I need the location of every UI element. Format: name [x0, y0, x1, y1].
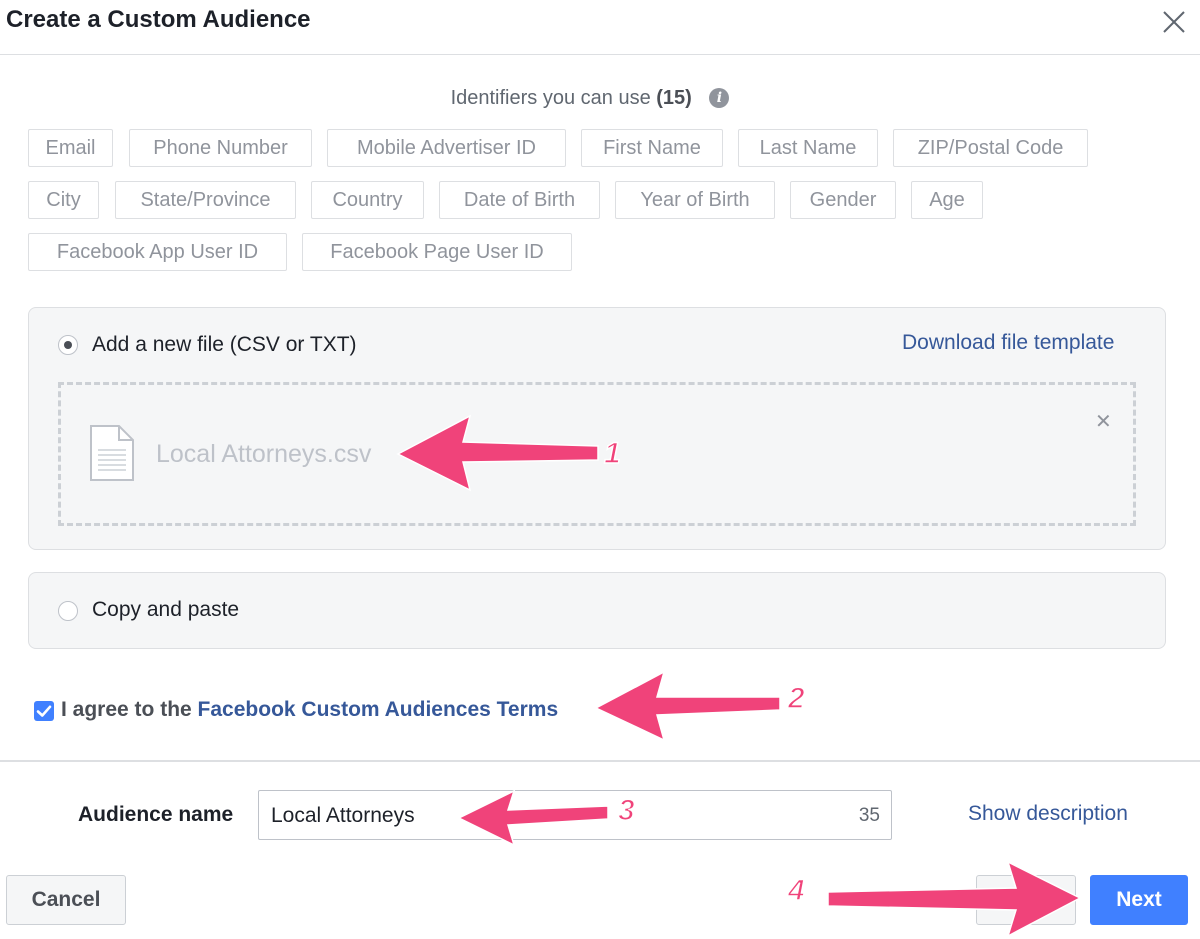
identifier-chip: Facebook Page User ID — [302, 233, 572, 271]
copy-paste-label[interactable]: Copy and paste — [92, 598, 239, 622]
identifier-chip: Date of Birth — [439, 181, 600, 219]
identifiers-heading: Identifiers you can use (15) i — [0, 87, 1180, 110]
identifiers-count: (15) — [656, 87, 692, 109]
terms-text: I agree to the Facebook Custom Audiences… — [61, 698, 558, 722]
identifier-chip: Age — [911, 181, 983, 219]
identifier-chip: Email — [28, 129, 113, 167]
audience-name-value: Local Attorneys — [271, 804, 415, 828]
remove-file-icon[interactable]: ✕ — [1095, 409, 1112, 434]
terms-prefix: I agree to the — [61, 698, 192, 721]
audience-name-label: Audience name — [78, 803, 233, 827]
identifier-chip: Year of Birth — [615, 181, 775, 219]
back-button[interactable] — [976, 875, 1076, 925]
uploaded-file-name: Local Attorneys.csv — [156, 440, 371, 469]
identifier-chip: Phone Number — [129, 129, 312, 167]
identifier-chip: Facebook App User ID — [28, 233, 287, 271]
identifiers-heading-text: Identifiers you can use — [451, 87, 651, 109]
document-icon — [89, 424, 135, 482]
audience-name-input[interactable]: Local Attorneys 35 — [258, 790, 892, 840]
terms-checkbox[interactable] — [34, 701, 54, 721]
annotation-arrow-2 — [596, 672, 780, 740]
dialog-header: Create a Custom Audience — [0, 0, 1200, 55]
upload-file-radio[interactable] — [58, 335, 78, 355]
annotation-number-4: 4 — [787, 874, 805, 907]
identifier-chip: First Name — [581, 129, 723, 167]
info-icon[interactable]: i — [709, 88, 729, 108]
terms-link[interactable]: Facebook Custom Audiences Terms — [198, 698, 559, 721]
identifier-chip: Country — [311, 181, 424, 219]
audience-name-char-count: 35 — [859, 805, 880, 827]
checkmark-icon — [34, 701, 54, 721]
annotation-number-2: 2 — [787, 682, 805, 715]
copy-paste-radio[interactable] — [58, 601, 78, 621]
upload-file-label[interactable]: Add a new file (CSV or TXT) — [92, 333, 357, 357]
identifier-chip: Gender — [790, 181, 896, 219]
download-template-link[interactable]: Download file template — [902, 331, 1114, 355]
identifier-chip: Last Name — [738, 129, 878, 167]
identifier-chip: ZIP/Postal Code — [893, 129, 1088, 167]
identifier-chip: State/Province — [115, 181, 296, 219]
divider — [0, 760, 1200, 762]
close-icon[interactable] — [1160, 8, 1188, 36]
show-description-link[interactable]: Show description — [968, 802, 1128, 826]
next-button[interactable]: Next — [1090, 875, 1188, 925]
identifier-chip: Mobile Advertiser ID — [327, 129, 566, 167]
identifier-chip: City — [28, 181, 99, 219]
cancel-button[interactable]: Cancel — [6, 875, 126, 925]
dialog-title: Create a Custom Audience — [6, 6, 311, 34]
